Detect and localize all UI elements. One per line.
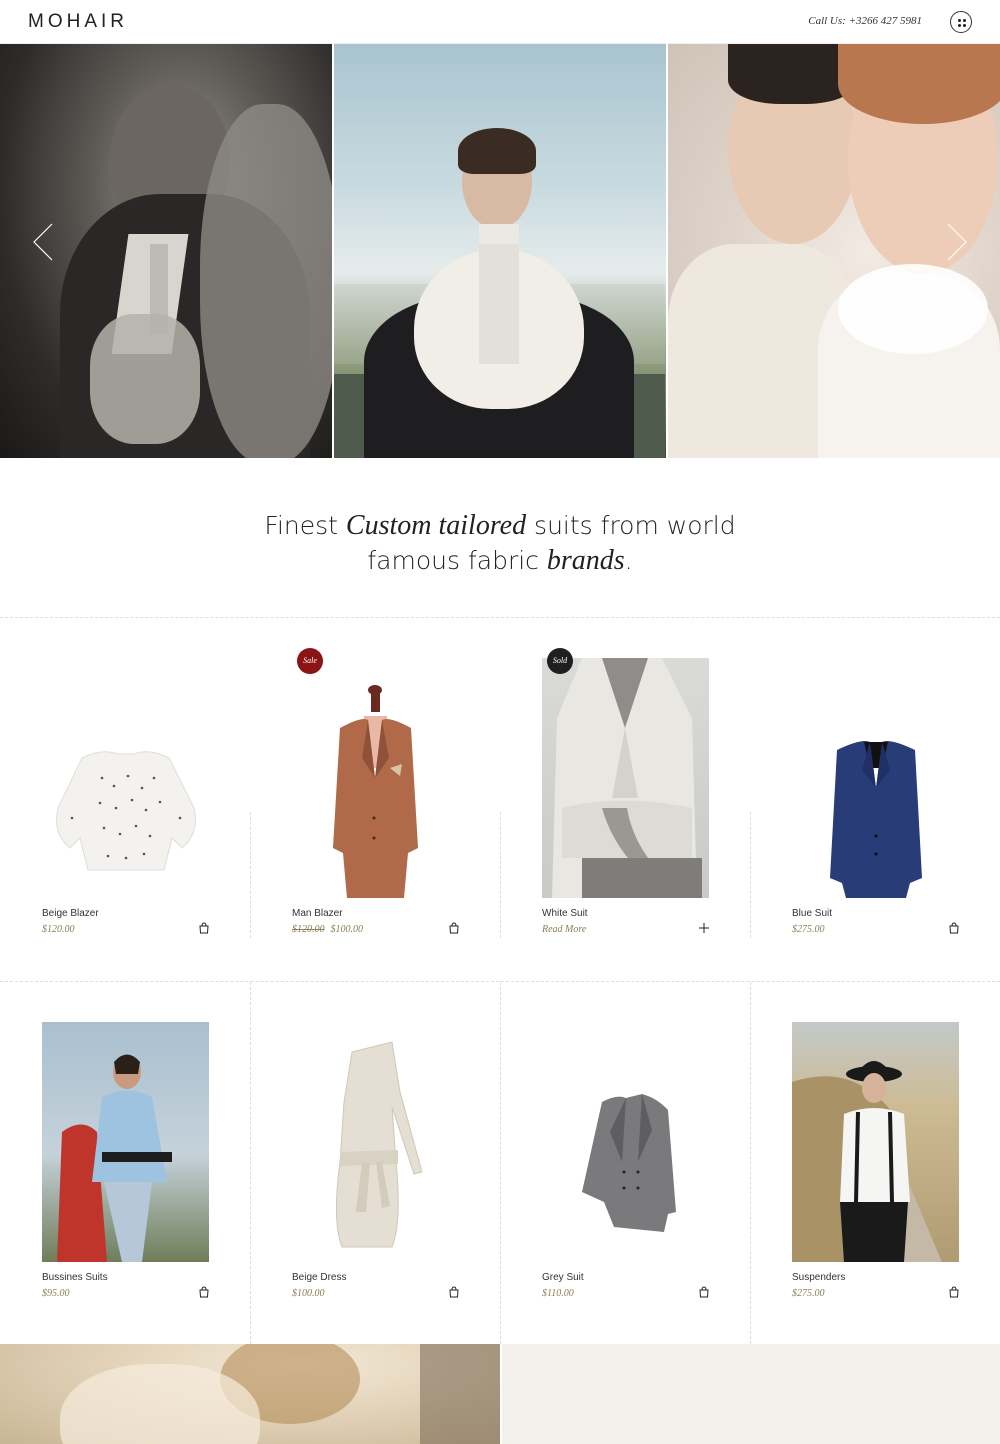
- cart-icon[interactable]: [948, 1286, 960, 1298]
- product-name[interactable]: Blue Suit: [792, 908, 832, 919]
- product-card[interactable]: Sold White Suit Read More: [500, 618, 750, 980]
- product-image-white-suit[interactable]: [542, 658, 709, 898]
- product-image-grey-suit[interactable]: [542, 1022, 709, 1262]
- product-name[interactable]: Beige Dress: [292, 1272, 346, 1283]
- cart-icon[interactable]: [448, 922, 460, 934]
- plus-icon[interactable]: [698, 922, 710, 934]
- product-grid-row-1: Beige Blazer $120.00 Sale Man Blazer $12…: [0, 618, 1000, 980]
- product-price: $120.00 $100.00: [292, 924, 363, 935]
- hero-slider[interactable]: [0, 44, 1000, 458]
- product-price: $110.00: [542, 1288, 574, 1299]
- tagline-text-1: Finest: [264, 511, 346, 540]
- product-card[interactable]: Suspenders $275.00: [750, 982, 1000, 1344]
- product-name[interactable]: Beige Blazer: [42, 908, 99, 919]
- product-price: $275.00: [792, 1288, 825, 1299]
- tagline-text-2: suits from world: [526, 511, 736, 540]
- product-image-man-blazer[interactable]: [292, 658, 459, 898]
- price-value: $100.00: [330, 924, 364, 935]
- site-logo[interactable]: MOHAIR: [28, 11, 128, 33]
- cart-icon[interactable]: [198, 1286, 210, 1298]
- product-name[interactable]: Suspenders: [792, 1272, 845, 1283]
- price-value: $120.00: [42, 924, 75, 935]
- sold-badge: Sold: [547, 648, 573, 674]
- cart-icon[interactable]: [698, 1286, 710, 1298]
- tagline-emphasis-1: Custom tailored: [345, 510, 527, 541]
- promo-image: [0, 1344, 500, 1444]
- promo-panel: [502, 1344, 1000, 1444]
- product-card[interactable]: Blue Suit $275.00: [750, 618, 1000, 980]
- tagline-heading: Finest Custom tailored suits from world …: [0, 508, 1000, 578]
- divider: [250, 812, 251, 938]
- old-price-value: $120.00: [292, 924, 325, 935]
- cart-icon[interactable]: [198, 922, 210, 934]
- product-name[interactable]: Bussines Suits: [42, 1272, 108, 1283]
- divider: [500, 982, 501, 1344]
- tagline-text-4: .: [624, 546, 633, 575]
- product-name[interactable]: White Suit: [542, 908, 588, 919]
- price-value: $110.00: [542, 1288, 574, 1299]
- tagline-emphasis-2: brands: [546, 545, 625, 576]
- product-price: $120.00: [42, 924, 75, 935]
- product-card[interactable]: Bussines Suits $95.00: [0, 982, 250, 1344]
- next-arrow-icon[interactable]: [944, 222, 970, 262]
- hero-slide-man-tie: [0, 44, 332, 458]
- product-card[interactable]: Grey Suit $110.00: [500, 982, 750, 1344]
- product-image-business-suits[interactable]: [42, 1022, 209, 1262]
- product-name[interactable]: Grey Suit: [542, 1272, 584, 1283]
- product-price: $275.00: [792, 924, 825, 935]
- product-grid-row-2: Bussines Suits $95.00 Beige Dress $100.0…: [0, 982, 1000, 1344]
- tagline-text-3: famous fabric: [367, 546, 547, 575]
- hero-slide-two-women: [668, 44, 1000, 458]
- read-more-text[interactable]: Read More: [542, 924, 586, 935]
- divider: [750, 982, 751, 1344]
- product-card[interactable]: Beige Blazer $120.00: [0, 618, 250, 980]
- sale-badge: Sale: [297, 648, 323, 674]
- site-header: MOHAIR Call Us: +3266 427 5981: [0, 0, 1000, 44]
- tagline-line-2: famous fabric brands.: [0, 543, 1000, 578]
- divider: [250, 982, 251, 1344]
- divider: [750, 812, 751, 938]
- product-image-beige-blazer[interactable]: [42, 658, 209, 898]
- product-card[interactable]: Beige Dress $100.00: [250, 982, 500, 1344]
- tagline-line-1: Finest Custom tailored suits from world: [0, 508, 1000, 543]
- cart-icon[interactable]: [448, 1286, 460, 1298]
- read-more-link[interactable]: Read More: [542, 924, 586, 935]
- product-price: $100.00: [292, 1288, 325, 1299]
- price-value: $100.00: [292, 1288, 325, 1299]
- hero-slide-woman-collar: [334, 44, 666, 458]
- cart-icon[interactable]: [948, 922, 960, 934]
- price-value: $275.00: [792, 924, 825, 935]
- menu-dots-icon[interactable]: [950, 11, 972, 33]
- product-image-blue-suit[interactable]: [792, 658, 959, 898]
- product-image-suspenders[interactable]: [792, 1022, 959, 1262]
- price-value: $275.00: [792, 1288, 825, 1299]
- product-price: $95.00: [42, 1288, 70, 1299]
- phone-number[interactable]: Call Us: +3266 427 5981: [808, 15, 922, 27]
- product-image-beige-dress[interactable]: [292, 1022, 459, 1262]
- product-card[interactable]: Sale Man Blazer $120.00 $100.00: [250, 618, 500, 980]
- prev-arrow-icon[interactable]: [30, 222, 56, 262]
- price-value: $95.00: [42, 1288, 70, 1299]
- divider: [500, 812, 501, 938]
- product-name[interactable]: Man Blazer: [292, 908, 343, 919]
